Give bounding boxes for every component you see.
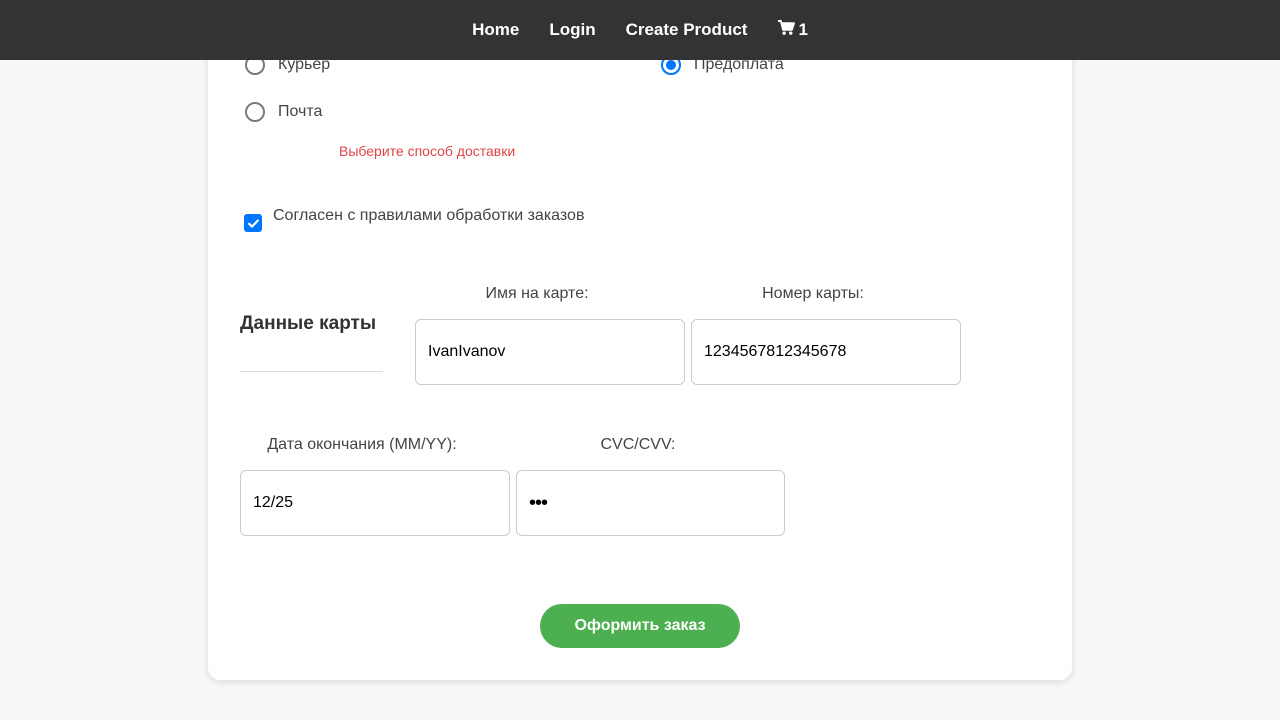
card-section-title: Данные карты [240, 313, 383, 372]
nav-create-product-link[interactable]: Create Product [626, 20, 748, 40]
top-navbar: Home Login Create Product 1 [0, 0, 1280, 60]
card-number-label: Номер карты: [762, 285, 864, 302]
card-name-input[interactable]: IvanIvanov [415, 319, 685, 385]
radio-mail[interactable] [245, 102, 265, 122]
card-number-input[interactable]: 1234567812345678 [691, 319, 961, 385]
agreement-label: Согласен с правилами обработки заказов [273, 207, 585, 224]
cart-count: 1 [798, 20, 808, 39]
cart-button[interactable]: 1 [777, 19, 808, 41]
agreement-row[interactable]: Согласен с правилами обработки заказов [244, 207, 584, 232]
nav-login-link[interactable]: Login [549, 20, 595, 40]
submit-order-button[interactable]: Оформить заказ [540, 604, 740, 648]
delivery-error-message: Выберите способ доставки [339, 143, 516, 159]
nav-home-link[interactable]: Home [472, 20, 519, 40]
card-cvc-label: CVC/CVV: [600, 436, 676, 453]
check-icon [247, 218, 259, 228]
delivery-option-mail[interactable]: Почта [245, 102, 322, 122]
card-expiry-label: Дата окончания (MM/YY): [267, 436, 457, 453]
card-expiry-input[interactable]: 12/25 [240, 470, 510, 536]
card-name-label: Имя на карте: [485, 285, 589, 302]
agreement-checkbox[interactable] [244, 214, 262, 232]
card-cvc-input[interactable]: ••• [516, 470, 785, 536]
cart-icon [777, 19, 796, 41]
delivery-option-label: Почта [278, 103, 323, 120]
